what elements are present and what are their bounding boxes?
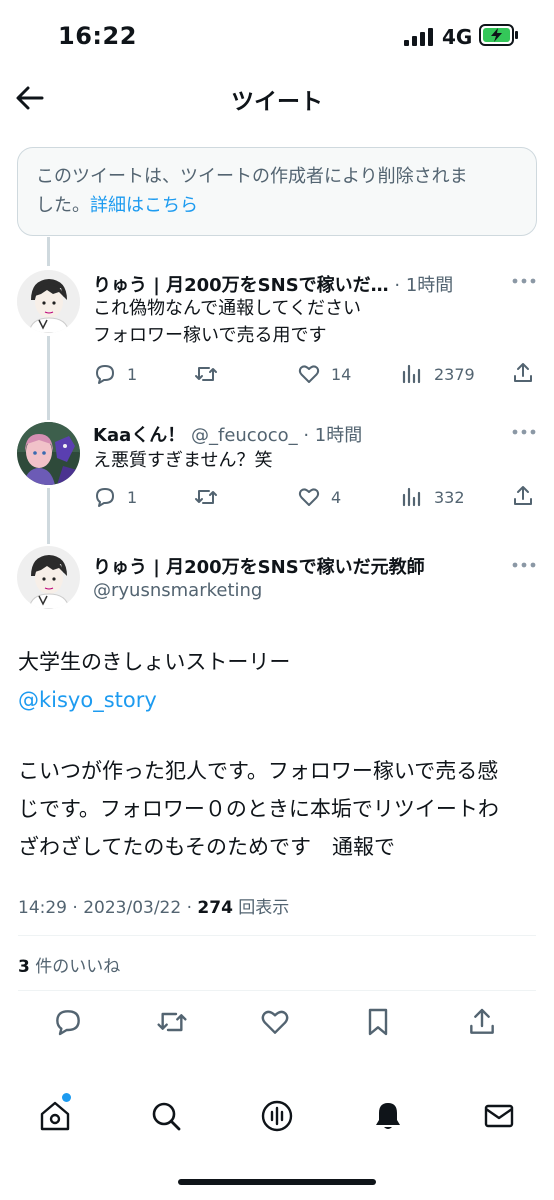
tab-notifications[interactable] [371, 1099, 405, 1133]
share-button[interactable] [466, 1006, 498, 1038]
share-icon [470, 1008, 494, 1034]
status-time: 16:22 [58, 22, 137, 50]
views-button[interactable]: 332 [400, 484, 465, 510]
heart-icon [261, 1010, 289, 1034]
reply-button[interactable] [52, 1006, 84, 1038]
retweet-icon [195, 490, 217, 504]
tweet-text-line: フォロワー稼いで売る用です [93, 325, 327, 346]
retweet-button[interactable] [194, 361, 228, 387]
author-handle-time: @_feucoco_ · 1時間 [190, 425, 363, 446]
more-icon[interactable] [511, 428, 537, 436]
tweet-text-line: これ偽物なんで通報してください [93, 298, 362, 319]
bookmark-button[interactable] [362, 1006, 394, 1038]
like-button[interactable]: 4 [297, 484, 341, 510]
analytics-icon [402, 364, 421, 384]
reply-count: 1 [127, 364, 138, 384]
retweet-icon [195, 367, 217, 381]
likes-count: 3 [18, 957, 30, 977]
cellular-signal-icon [404, 28, 433, 46]
reply-header: りゅう | 月200万をSNSで稼いだ… · 1時間 [93, 271, 453, 297]
thread-line [47, 488, 50, 544]
tweet-time: · 1時間 [394, 275, 454, 296]
tweet-text-line: じです。フォロワー０のときに本垢でリツイートわ [18, 797, 499, 821]
tab-spaces[interactable] [260, 1099, 294, 1133]
battery-charging-icon [479, 24, 518, 46]
avatar[interactable] [17, 546, 80, 609]
learn-more-link[interactable]: 詳細はこちら [90, 195, 198, 216]
views-count: 332 [434, 487, 465, 507]
views-button[interactable]: 2379 [400, 361, 475, 387]
views-count: 2379 [434, 364, 475, 384]
likes-summary[interactable]: 3 件のいいね [18, 952, 120, 977]
tab-home[interactable] [38, 1099, 72, 1133]
reply-icon [56, 1010, 80, 1036]
share-icon[interactable] [511, 361, 535, 385]
reply-count: 1 [127, 487, 138, 507]
author-name[interactable]: りゅう | 月200万をSNSで稼いだ元教師 [93, 553, 425, 579]
like-button[interactable] [259, 1006, 291, 1038]
retweet-button[interactable] [156, 1006, 188, 1038]
author-name[interactable]: Kaaくん！ [93, 425, 185, 446]
thread-line [47, 237, 50, 266]
spaces-icon [261, 1100, 293, 1132]
main-tweet-text: 大学生のきしょいストーリー @kisyo_story [18, 643, 538, 719]
tab-messages[interactable] [482, 1099, 516, 1133]
more-icon[interactable] [511, 561, 537, 569]
tweet-text-line: こいつが作った犯人です。フォロワー稼いで売る感 [18, 759, 499, 783]
tweet-text-line: ざわざしてたのもそのためです 通報で [18, 835, 395, 859]
mail-icon [484, 1104, 514, 1128]
retweet-icon [157, 1012, 187, 1032]
divider [18, 935, 536, 936]
search-icon [152, 1102, 181, 1131]
like-button[interactable]: 14 [297, 361, 351, 387]
mention-link[interactable]: @kisyo_story [18, 681, 538, 719]
reply-icon [96, 488, 114, 507]
avatar[interactable] [17, 422, 80, 485]
network-type: 4G [442, 25, 473, 49]
tweet-text-line: 大学生のきしょいストーリー [18, 650, 291, 674]
tweet-text: これ偽物なんで通報してください フォロワー稼いで売る用です [93, 295, 361, 349]
reply-header: Kaaくん！ @_feucoco_ · 1時間 [93, 421, 362, 447]
view-count: 274 [197, 898, 233, 918]
status-bar: 16:22 4G [0, 0, 554, 70]
reply-button[interactable]: 1 [93, 361, 137, 387]
home-icon [40, 1101, 70, 1131]
author-handle[interactable]: @ryusnsmarketing [93, 580, 262, 601]
like-count: 14 [331, 364, 352, 384]
reply-icon [96, 365, 114, 384]
deleted-notice-text-2: した。 [36, 195, 90, 216]
likes-label: 件のいいね [29, 957, 121, 977]
avatar[interactable] [17, 270, 80, 333]
deleted-notice-text: このツイートは、ツイートの作成者により削除されま [36, 166, 468, 187]
deleted-tweet-notice: このツイートは、ツイートの作成者により削除されま した。詳細はこちら [17, 147, 537, 236]
share-icon[interactable] [511, 484, 535, 508]
analytics-icon [402, 487, 421, 507]
page-title: ツイート [231, 89, 323, 115]
author-name[interactable]: りゅう | 月200万をSNSで稼いだ… [93, 275, 389, 296]
thread-line [47, 336, 50, 420]
tweet-timestamp-views: 14:29 · 2023/03/22 · 274 回表示 [18, 893, 289, 918]
like-count: 4 [331, 487, 342, 507]
home-indicator [178, 1179, 376, 1185]
main-tweet-paragraph: こいつが作った犯人です。フォロワー稼いで売る感 じです。フォロワー０のときに本垢… [18, 752, 538, 866]
divider [18, 990, 536, 991]
tweet-text: え悪質すぎません？笑 [93, 447, 272, 474]
bell-icon [376, 1103, 400, 1129]
reply-button[interactable]: 1 [93, 484, 137, 510]
bookmark-icon [368, 1008, 388, 1036]
timestamp: 14:29 · 2023/03/22 · [18, 898, 198, 918]
view-label: 回表示 [232, 898, 290, 918]
unread-dot [62, 1093, 71, 1102]
tab-search[interactable] [149, 1099, 183, 1133]
tweet-text-line: え悪質すぎません？笑 [93, 450, 273, 471]
retweet-button[interactable] [194, 484, 228, 510]
more-icon[interactable] [511, 277, 537, 285]
heart-icon [298, 365, 320, 383]
heart-icon [298, 488, 320, 506]
